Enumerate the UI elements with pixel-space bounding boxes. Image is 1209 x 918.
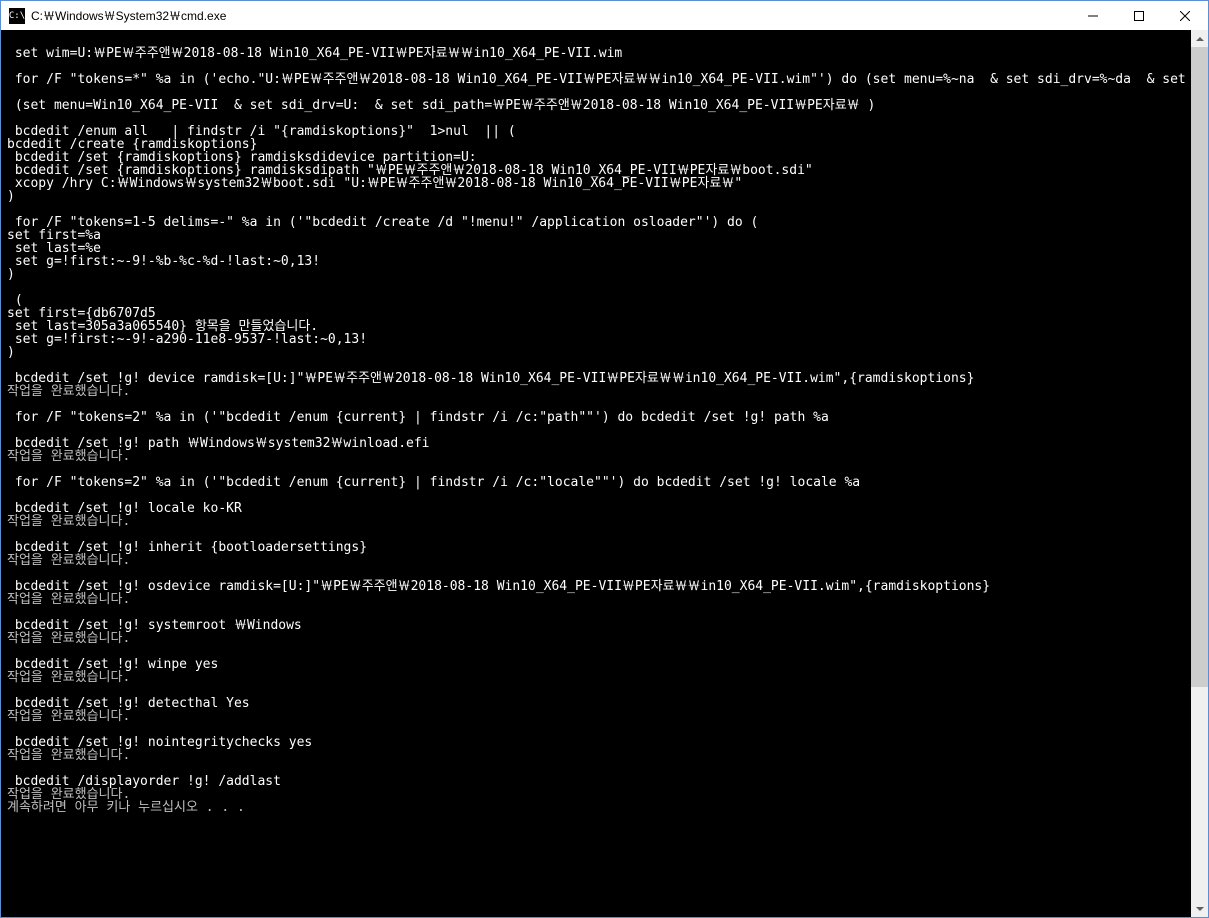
scrollbar-track[interactable] [1191, 47, 1208, 900]
minimize-button[interactable] [1070, 1, 1116, 30]
cmd-icon: C:\ [9, 8, 25, 24]
titlebar[interactable]: C:\ C:￦Windows￦System32￦cmd.exe [1, 1, 1208, 30]
scroll-up-button[interactable] [1191, 30, 1208, 47]
maximize-button[interactable] [1116, 1, 1162, 30]
content-area: set wim=U:￦PE￦주주앤￦2018-08-18 Win10_X64_P… [1, 30, 1208, 917]
close-button[interactable] [1162, 1, 1208, 30]
scrollbar-thumb[interactable] [1191, 47, 1208, 687]
window-controls [1070, 1, 1208, 30]
console-output[interactable]: set wim=U:￦PE￦주주앤￦2018-08-18 Win10_X64_P… [1, 30, 1191, 917]
vertical-scrollbar[interactable] [1191, 30, 1208, 917]
scroll-down-button[interactable] [1191, 900, 1208, 917]
window-title: C:￦Windows￦System32￦cmd.exe [31, 7, 226, 24]
cmd-window: C:\ C:￦Windows￦System32￦cmd.exe set wim=… [0, 0, 1209, 918]
